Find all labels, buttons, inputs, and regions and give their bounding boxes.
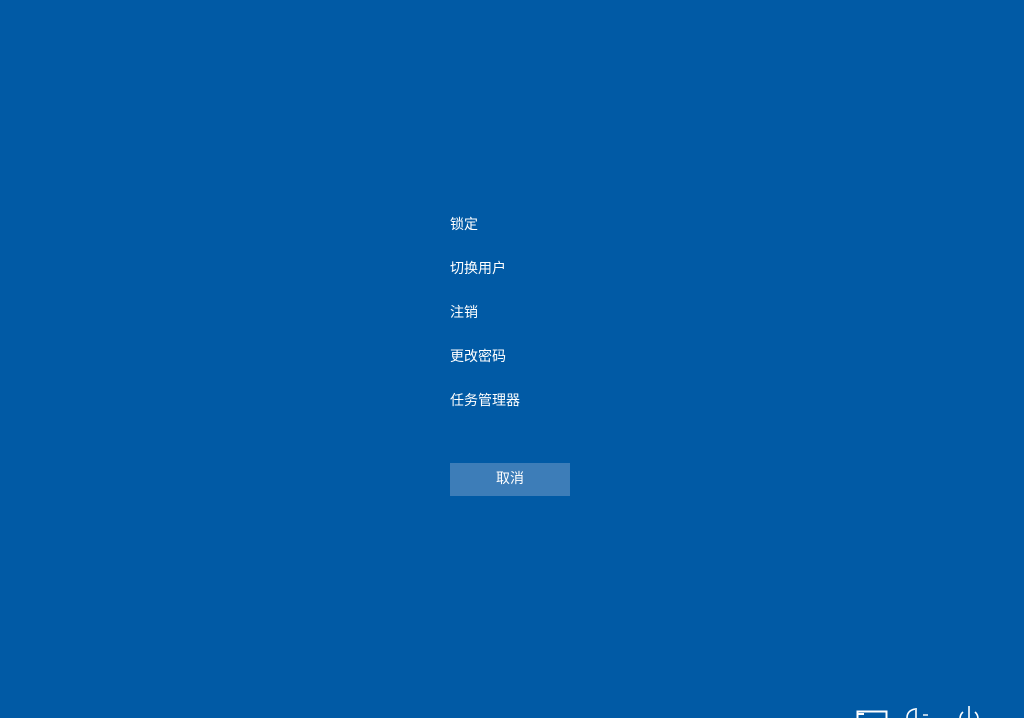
accessibility-icon[interactable] xyxy=(903,700,931,718)
options-menu: 锁定 切换用户 注销 更改密码 任务管理器 xyxy=(450,213,650,433)
menu-item-task-manager[interactable]: 任务管理器 xyxy=(450,389,650,413)
secure-attention-screen: 锁定 切换用户 注销 更改密码 任务管理器 取消 xyxy=(0,0,1024,718)
menu-item-change-password[interactable]: 更改密码 xyxy=(450,345,650,369)
menu-item-switch-user[interactable]: 切换用户 xyxy=(450,257,650,281)
cancel-button[interactable]: 取消 xyxy=(450,463,570,496)
menu-item-sign-out[interactable]: 注销 xyxy=(450,301,650,325)
menu-item-lock[interactable]: 锁定 xyxy=(450,213,650,237)
network-icon[interactable] xyxy=(856,700,888,718)
power-icon[interactable] xyxy=(955,700,983,718)
